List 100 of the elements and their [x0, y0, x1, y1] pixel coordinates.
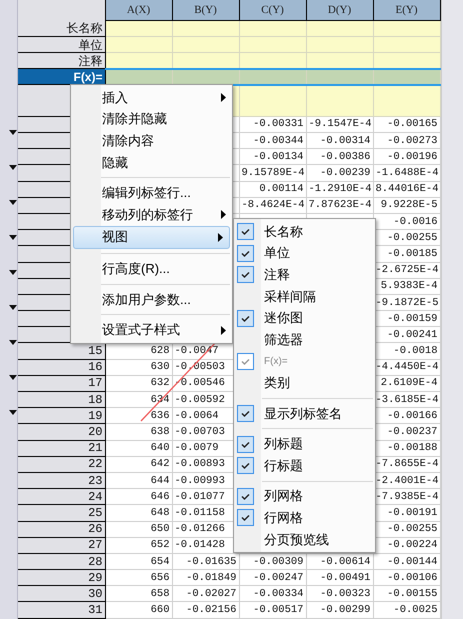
menu-item[interactable]: 行高度(R)...	[71, 258, 232, 280]
row-number[interactable]: 18	[18, 392, 105, 408]
table-cell: 652	[105, 537, 172, 554]
table-cell: -8.4624E-4	[239, 197, 306, 214]
menu-item[interactable]: 插入	[71, 87, 232, 109]
label-cell[interactable]	[306, 20, 373, 36]
column-header[interactable]: D(Y)	[306, 0, 373, 20]
column-header[interactable]: C(Y)	[239, 0, 306, 20]
column-header[interactable]: E(Y)	[373, 0, 440, 20]
row-label[interactable]: 长名称	[18, 20, 105, 36]
row-number[interactable]: 25	[18, 504, 105, 522]
label-cell[interactable]	[239, 20, 306, 36]
table-cell: 660	[105, 602, 172, 618]
label-cell[interactable]	[239, 84, 306, 116]
row-label-text: 长名称	[66, 21, 102, 36]
table-cell: 646	[105, 488, 172, 505]
menu-item[interactable]: 采样间隔	[234, 286, 375, 308]
caret-icon[interactable]	[9, 200, 17, 205]
label-cell[interactable]	[306, 36, 373, 53]
menu-item[interactable]: 视图	[73, 226, 230, 250]
column-header[interactable]: A(X)	[105, 0, 172, 20]
menu-item[interactable]: 移动列的标签行	[71, 204, 232, 226]
table-cell: -0.00517	[239, 602, 306, 618]
menu-item[interactable]: 单位	[234, 242, 375, 264]
menu-item[interactable]: 长名称	[234, 221, 375, 243]
table-cell: -0.01635	[172, 553, 239, 570]
table-cell: 638	[105, 424, 172, 440]
menu-item[interactable]: 清除并隐藏	[71, 108, 232, 130]
label-cell[interactable]	[172, 68, 239, 85]
row-number[interactable]: 27	[18, 537, 105, 554]
menu-item[interactable]: 清除内容	[71, 130, 232, 152]
label-cell[interactable]	[172, 20, 239, 36]
label-cell[interactable]	[373, 20, 440, 36]
menu-item[interactable]: 隐藏	[71, 152, 232, 174]
row-label[interactable]: 单位	[18, 36, 105, 53]
row-number[interactable]: 16	[18, 359, 105, 376]
menu-item[interactable]: 注释	[234, 264, 375, 286]
row-number[interactable]: 31	[18, 602, 105, 618]
row-number[interactable]: 29	[18, 570, 105, 586]
row-label[interactable]: F(x)=	[18, 68, 105, 85]
caret-icon[interactable]	[9, 235, 17, 240]
row-number[interactable]: 23	[18, 472, 105, 489]
table-cell: -0.00188	[373, 440, 440, 456]
caret-icon[interactable]	[9, 410, 17, 415]
column-header[interactable]: B(Y)	[172, 0, 239, 20]
table-cell: -0.00224	[373, 537, 440, 554]
table-cell: 9.9228E-5	[373, 197, 440, 214]
label-cell[interactable]	[373, 84, 440, 116]
caret-icon[interactable]	[9, 375, 17, 380]
label-cell[interactable]	[105, 52, 172, 69]
row-number[interactable]: 26	[18, 521, 105, 538]
caret-icon[interactable]	[9, 340, 17, 345]
table-cell: 654	[105, 553, 172, 570]
table-cell: -0.00323	[306, 586, 373, 602]
label-cell[interactable]	[239, 52, 306, 69]
label-cell[interactable]	[105, 20, 172, 36]
menu-item[interactable]: 设置式子样式	[71, 319, 232, 341]
row-number[interactable]: 17	[18, 375, 105, 392]
label-cell[interactable]	[239, 68, 306, 85]
menu-item[interactable]: 迷你图	[234, 307, 375, 329]
label-cell[interactable]	[172, 52, 239, 69]
caret-icon[interactable]	[9, 130, 17, 135]
table-cell: -0.00255	[373, 230, 440, 246]
row-label-text: 注释	[78, 54, 102, 68]
label-cell[interactable]	[105, 68, 172, 85]
row-number[interactable]: 21	[18, 440, 105, 456]
caret-icon[interactable]	[9, 165, 17, 170]
row-number[interactable]: 28	[18, 553, 105, 570]
caret-icon[interactable]	[9, 305, 17, 310]
row-label[interactable]: 注释	[18, 52, 105, 69]
table-cell: -0.00273	[373, 132, 440, 149]
label-cell[interactable]	[373, 36, 440, 53]
table-cell: 640	[105, 440, 172, 456]
label-cell[interactable]	[105, 36, 172, 53]
table-cell: 656	[105, 570, 172, 586]
table-cell: 8.44016E-4	[373, 181, 440, 198]
label-cell[interactable]	[239, 36, 306, 53]
label-cell[interactable]	[306, 52, 373, 69]
table-cell: -0.0016	[373, 213, 440, 230]
table-cell: -0.0025	[373, 602, 440, 618]
row-number[interactable]: 15	[18, 342, 105, 360]
table-cell: -0.00247	[239, 570, 306, 586]
menu-item[interactable]: 编辑列标签行...	[71, 182, 232, 204]
row-number[interactable]: 24	[18, 488, 105, 505]
caret-icon[interactable]	[9, 270, 17, 275]
menu-item[interactable]: 添加用户参数...	[71, 288, 232, 310]
label-cell[interactable]	[373, 52, 440, 69]
label-cell[interactable]	[306, 68, 373, 85]
submenu-arrow-icon	[221, 93, 226, 102]
label-cell[interactable]	[172, 36, 239, 53]
table-cell: -0.00159	[373, 310, 440, 327]
row-number[interactable]: 19	[18, 408, 105, 424]
table-cell: -0.00491	[306, 570, 373, 586]
row-number[interactable]: 30	[18, 586, 105, 602]
table-cell: 630	[105, 359, 172, 376]
label-cell[interactable]	[306, 84, 373, 116]
row-number[interactable]: 22	[18, 456, 105, 472]
table-cell: -0.00241	[373, 326, 440, 343]
label-cell[interactable]	[373, 68, 440, 85]
row-number[interactable]: 20	[18, 424, 105, 440]
